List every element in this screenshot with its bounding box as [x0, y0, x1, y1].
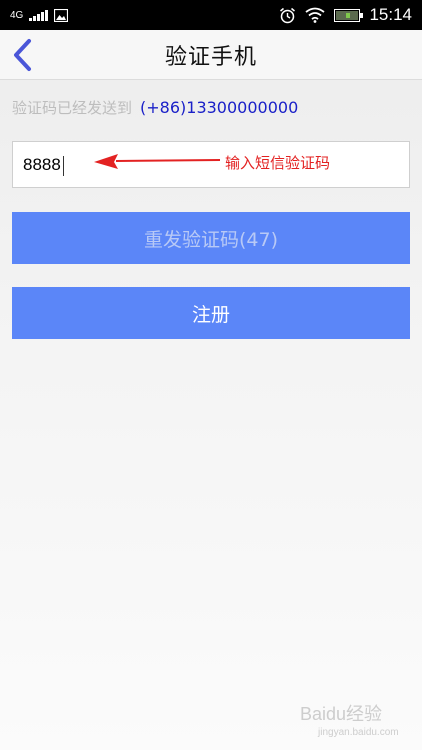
- status-bar: 4G 15:14: [0, 0, 422, 30]
- back-button[interactable]: [6, 37, 38, 73]
- annotation-text: 输入短信验证码: [225, 154, 331, 172]
- sent-phone: (+86)13300000000: [140, 97, 299, 117]
- register-button[interactable]: 注册: [12, 287, 410, 339]
- chevron-left-icon: [14, 39, 31, 71]
- text-caret: [63, 156, 64, 176]
- page-title: 验证手机: [164, 44, 257, 70]
- watermark-sub: jingyan.baidu.com: [318, 727, 399, 738]
- alarm-icon: [279, 7, 296, 24]
- signal-icon: [29, 9, 49, 21]
- image-icon: [54, 8, 69, 22]
- resend-code-button[interactable]: 重发验证码(47): [12, 212, 410, 264]
- battery-icon: [334, 8, 364, 22]
- annotation-arrow-icon: [94, 154, 221, 169]
- watermark: Baidu经验: [300, 704, 383, 724]
- network-label: 4G: [10, 9, 24, 21]
- wifi-icon: [305, 7, 326, 23]
- sent-info: 验证码已经发送到 (+86)13300000000: [12, 96, 298, 118]
- status-left: 4G: [10, 8, 69, 22]
- status-right: 15:14: [279, 5, 412, 25]
- status-time: 15:14: [369, 5, 412, 24]
- header: 验证手机: [0, 30, 422, 80]
- sent-label: 验证码已经发送到: [12, 98, 133, 117]
